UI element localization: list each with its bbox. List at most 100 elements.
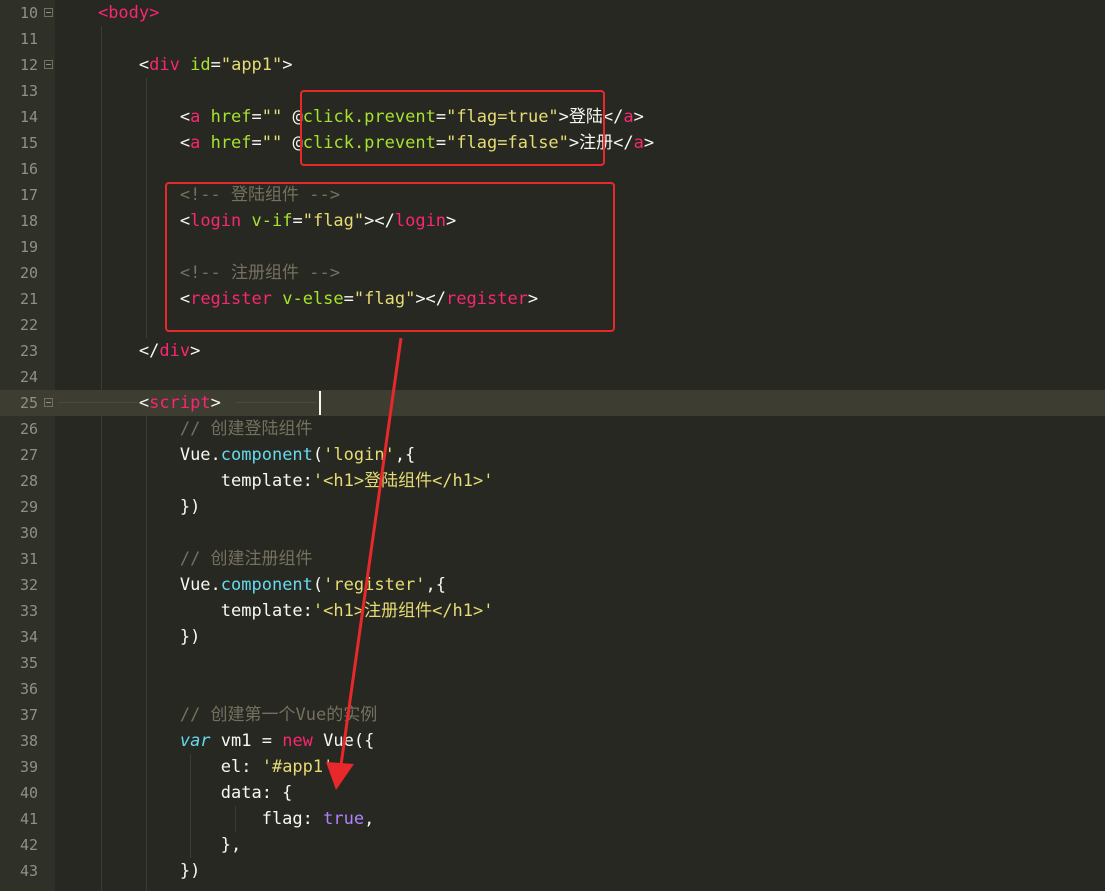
- code-line[interactable]: 12 <div id="app1">: [0, 52, 1105, 78]
- line-number: 17: [19, 186, 38, 204]
- line-number: 34: [19, 628, 38, 646]
- fold-toggle-icon[interactable]: [44, 60, 53, 69]
- code-line[interactable]: 11: [0, 26, 1105, 52]
- code-text: template:'<h1>注册组件</h1>': [57, 598, 494, 624]
- code-line[interactable]: 35: [0, 650, 1105, 676]
- code-line[interactable]: 43 }): [0, 858, 1105, 884]
- indent-guide: [146, 416, 147, 891]
- code-line[interactable]: 33 template:'<h1>注册组件</h1>': [0, 598, 1105, 624]
- line-number: 19: [19, 238, 38, 256]
- code-token: }): [179, 497, 201, 517]
- code-token: =: [251, 133, 262, 153]
- active-line-rule: [58, 402, 138, 403]
- indent-guide: [190, 754, 191, 858]
- line-number: 24: [19, 368, 38, 386]
- code-line[interactable]: 36: [0, 676, 1105, 702]
- code-token: ,{: [394, 445, 416, 465]
- code-token: div: [159, 341, 191, 361]
- line-number: 38: [19, 732, 38, 750]
- code-text: // 创建注册组件: [57, 546, 313, 572]
- code-line[interactable]: 41 flag: true,: [0, 806, 1105, 832]
- code-token: ,: [333, 757, 344, 777]
- code-token: new: [282, 731, 313, 751]
- active-line-rule: [236, 402, 316, 403]
- code-token: script: [149, 393, 211, 413]
- code-token: "": [261, 107, 283, 127]
- code-text: // 创建登陆组件: [57, 416, 313, 442]
- code-token: var: [179, 731, 211, 751]
- code-line[interactable]: 28 template:'<h1>登陆组件</h1>': [0, 468, 1105, 494]
- code-token: =: [251, 107, 262, 127]
- code-token: (: [312, 445, 324, 465]
- code-line[interactable]: 23 </div>: [0, 338, 1105, 364]
- line-number: 33: [19, 602, 38, 620]
- code-token: }): [179, 861, 201, 881]
- line-number: 28: [19, 472, 38, 490]
- line-number: 22: [19, 316, 38, 334]
- code-text: data: {: [57, 780, 293, 806]
- code-token: "app1": [220, 55, 283, 75]
- code-line[interactable]: 29 }): [0, 494, 1105, 520]
- code-token: ,: [364, 809, 375, 829]
- code-token: template: [220, 601, 303, 621]
- code-line[interactable]: 37 // 创建第一个Vue的实例: [0, 702, 1105, 728]
- code-text: Vue.component('register',{: [57, 572, 446, 598]
- code-line[interactable]: 39 el: '#app1',: [0, 754, 1105, 780]
- code-line[interactable]: 40 data: {: [0, 780, 1105, 806]
- code-line[interactable]: 30: [0, 520, 1105, 546]
- code-token: id: [190, 55, 211, 75]
- line-number: 27: [19, 446, 38, 464]
- code-token: },: [220, 835, 242, 855]
- code-line[interactable]: 25 <script>: [0, 390, 1105, 416]
- code-text: }): [57, 494, 200, 520]
- line-number: 23: [19, 342, 38, 360]
- code-token: =: [210, 55, 221, 75]
- code-token: 'login': [323, 445, 395, 465]
- line-number: 25: [19, 394, 38, 412]
- code-text: var vm1 = new Vue({: [57, 728, 375, 754]
- code-line[interactable]: 32 Vue.component('register',{: [0, 572, 1105, 598]
- code-token: Vue.: [179, 575, 221, 595]
- line-number: 35: [19, 654, 38, 672]
- code-token: a: [633, 133, 644, 153]
- code-token: :: [302, 471, 313, 491]
- code-text: <div id="app1">: [57, 52, 293, 78]
- code-line[interactable]: 38 var vm1 = new Vue({: [0, 728, 1105, 754]
- code-token: >: [190, 341, 201, 361]
- line-number: 30: [19, 524, 38, 542]
- code-token: Vue.: [179, 445, 221, 465]
- indent-guide: [146, 78, 147, 338]
- code-token: true: [323, 809, 365, 829]
- text-cursor: [319, 391, 321, 415]
- code-token: <: [179, 133, 191, 153]
- code-token: div: [149, 55, 180, 75]
- fold-toggle-icon[interactable]: [44, 398, 53, 407]
- code-text: <body>: [57, 0, 159, 26]
- line-number: 13: [19, 82, 38, 100]
- code-token: >: [633, 107, 644, 127]
- code-token: el:: [220, 757, 262, 777]
- fold-toggle-icon[interactable]: [44, 8, 53, 17]
- code-line[interactable]: 31 // 创建注册组件: [0, 546, 1105, 572]
- line-number: 37: [19, 706, 38, 724]
- click-handler-highlight-box: [300, 90, 605, 166]
- line-number: 31: [19, 550, 38, 568]
- code-token: template: [220, 471, 303, 491]
- code-line[interactable]: 42 },: [0, 832, 1105, 858]
- code-token: component: [220, 575, 313, 595]
- code-token: a: [623, 107, 634, 127]
- code-token: 'register': [323, 575, 426, 595]
- code-line[interactable]: 34 }): [0, 624, 1105, 650]
- code-text: Vue.component('login',{: [57, 442, 415, 468]
- line-number: 42: [19, 836, 38, 854]
- line-number: 11: [19, 30, 38, 48]
- code-token: <: [138, 393, 150, 413]
- code-line[interactable]: 26 // 创建登陆组件: [0, 416, 1105, 442]
- code-line[interactable]: 10 <body>: [0, 0, 1105, 26]
- code-line[interactable]: 24: [0, 364, 1105, 390]
- line-number: 10: [19, 4, 38, 22]
- code-line[interactable]: 27 Vue.component('login',{: [0, 442, 1105, 468]
